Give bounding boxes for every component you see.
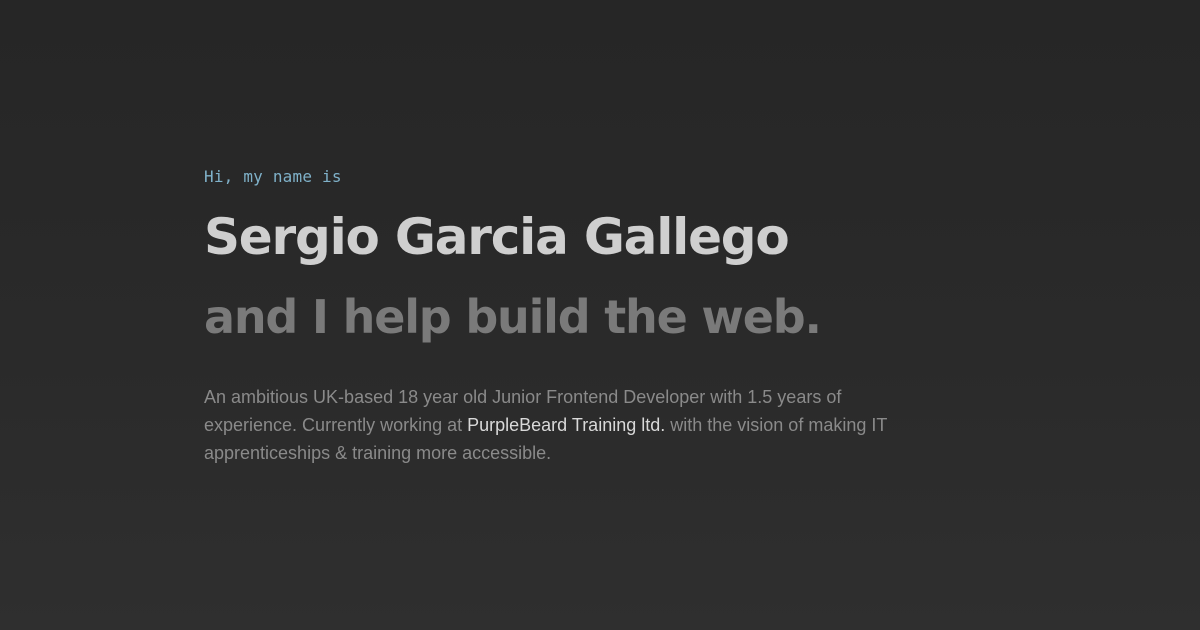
bio-paragraph: An ambitious UK-based 18 year old Junior… (204, 383, 924, 467)
hero-section: Hi, my name is Sergio Garcia Gallego and… (204, 165, 924, 467)
tagline-heading: and I help build the web. (204, 290, 822, 344)
company-link[interactable]: PurpleBeard Training ltd. (467, 415, 665, 435)
greeting-text: Hi, my name is (204, 167, 342, 186)
name-heading: Sergio Garcia Gallego (204, 208, 790, 266)
